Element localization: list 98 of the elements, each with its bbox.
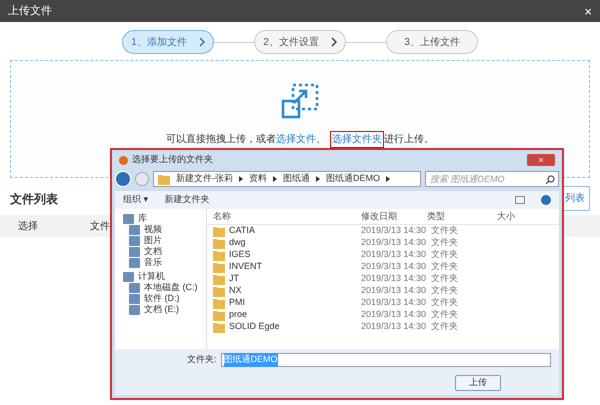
nav-icon	[129, 246, 140, 256]
nav-icon	[129, 224, 140, 234]
file-type: 文件夹	[430, 296, 459, 310]
window-title: 上传文件	[8, 4, 52, 19]
file-date: 2019/3/13 14:30	[361, 308, 427, 322]
file-name: SOLID Egde	[229, 320, 280, 334]
step-tab[interactable]: 1、添加文件	[122, 30, 214, 54]
folder-icon	[213, 226, 225, 236]
step-tab[interactable]: 2、文件设置	[254, 30, 346, 54]
nav-icon	[129, 258, 140, 268]
nav-icon	[129, 236, 140, 246]
nav-item[interactable]: 文档	[144, 246, 162, 257]
step-label: 2、文件设置	[263, 36, 319, 50]
close-button[interactable]: ×	[527, 154, 555, 166]
folder-icon	[213, 274, 225, 284]
select-file-link[interactable]: 选择文件	[276, 132, 316, 147]
file-row[interactable]: dwg 2019/3/13 14:30 文件夹	[207, 237, 559, 249]
folder-icon	[213, 298, 225, 308]
folder-value: 图纸通DEMO	[224, 353, 278, 367]
file-name: IGES	[229, 248, 251, 262]
column-header[interactable]: 类型	[427, 210, 497, 224]
step-tab[interactable]: 3、上传文件	[386, 30, 478, 54]
file-row[interactable]: INVENT 2019/3/13 14:30 文件夹	[207, 261, 559, 273]
nav-icon	[123, 214, 134, 224]
column-header: 选择	[18, 220, 38, 234]
separator-arrow-icon	[273, 176, 277, 182]
file-type: 文件夹	[430, 284, 459, 298]
file-row[interactable]: SOLID Egde 2019/3/13 14:30 文件夹	[207, 321, 559, 333]
close-button[interactable]: ×	[584, 4, 592, 18]
step-label: 1、添加文件	[131, 36, 187, 50]
nav-icon	[129, 294, 140, 304]
nav-item[interactable]: 音乐	[144, 257, 162, 268]
file-name: JT	[229, 272, 239, 286]
column-header[interactable]: 大小	[497, 210, 527, 224]
file-row[interactable]: PMI 2019/3/13 14:30 文件夹	[207, 297, 559, 309]
select-folder-link[interactable]: 选择文件夹	[330, 131, 384, 148]
file-date: 2019/3/13 14:30	[361, 236, 427, 250]
file-name: CATIA	[229, 224, 255, 238]
nav-item[interactable]: 库	[138, 213, 147, 224]
file-date: 2019/3/13 14:30	[361, 320, 427, 334]
nav-item[interactable]: 本地磁盘 (C:)	[144, 282, 198, 293]
file-list-title: 文件列表	[10, 190, 58, 208]
file-date: 2019/3/13 14:30	[361, 296, 427, 310]
file-name: dwg	[229, 236, 246, 250]
separator-arrow-icon	[386, 176, 390, 182]
file-row[interactable]: IGES 2019/3/13 14:30 文件夹	[207, 249, 559, 261]
file-name: proe	[229, 308, 248, 322]
nav-item[interactable]: 文档 (E:)	[144, 304, 179, 315]
file-date: 2019/3/13 14:30	[361, 260, 427, 274]
file-name: INVENT	[229, 260, 262, 274]
file-date: 2019/3/13 14:30	[361, 284, 427, 298]
file-type: 文件夹	[430, 260, 459, 274]
separator-arrow-icon	[239, 176, 243, 182]
folder-icon	[213, 322, 225, 332]
file-type: 文件夹	[430, 320, 459, 334]
column-header: 文件	[90, 220, 110, 234]
nav-icon	[129, 304, 140, 314]
dialog-title: 选择要上传的文件夹	[132, 153, 213, 166]
file-type: 文件夹	[430, 308, 459, 322]
nav-item[interactable]: 图片	[144, 235, 162, 246]
nav-icon	[129, 282, 140, 292]
folder-icon	[213, 286, 225, 296]
file-type: 文件夹	[430, 272, 459, 286]
nav-item[interactable]: 视频	[144, 224, 162, 235]
folder-label: 文件夹:	[187, 353, 217, 366]
file-type: 文件夹	[430, 236, 459, 250]
file-date: 2019/3/13 14:30	[361, 248, 427, 262]
nav-icon	[123, 272, 134, 282]
folder-icon	[213, 310, 225, 320]
file-name: NX	[229, 284, 242, 298]
search-icon	[546, 175, 555, 184]
upload-button[interactable]: 上传	[455, 375, 501, 391]
nav-item[interactable]: 软件 (D:)	[144, 293, 180, 304]
toolbar-button[interactable]: 新建文件夹	[164, 193, 210, 207]
separator-text: 、	[316, 133, 326, 147]
file-name: PMI	[229, 296, 246, 310]
drop-hint-end: 进行上传。	[384, 132, 434, 147]
drop-hint: 可以直接拖拽上传，或者	[166, 132, 276, 147]
folder-icon	[213, 250, 225, 260]
search-field[interactable]: 搜索 图纸通DEMO	[425, 171, 559, 187]
column-header[interactable]: 修改日期	[361, 210, 427, 224]
file-row[interactable]: NX 2019/3/13 14:30 文件夹	[207, 285, 559, 297]
file-row[interactable]: CATIA 2019/3/13 14:30 文件夹	[207, 225, 559, 237]
toolbar-button[interactable]: 组织 ▾	[123, 193, 149, 207]
file-type: 文件夹	[430, 224, 459, 238]
address-bar[interactable]: 新建文件-张莉 资料 图纸通 图纸通DEMO	[153, 171, 421, 187]
file-type: 文件夹	[430, 248, 459, 262]
folder-icon	[158, 174, 170, 184]
upload-icon	[281, 83, 319, 121]
step-label: 3、上传文件	[404, 36, 460, 50]
separator-arrow-icon	[316, 176, 320, 182]
file-row[interactable]: proe 2019/3/13 14:30 文件夹	[207, 309, 559, 321]
column-header[interactable]: 名称	[213, 210, 361, 224]
file-date: 2019/3/13 14:30	[361, 224, 427, 238]
nav-item[interactable]: 计算机	[138, 271, 165, 282]
file-date: 2019/3/13 14:30	[361, 272, 427, 286]
folder-icon	[213, 262, 225, 272]
file-row[interactable]: JT 2019/3/13 14:30 文件夹	[207, 273, 559, 285]
